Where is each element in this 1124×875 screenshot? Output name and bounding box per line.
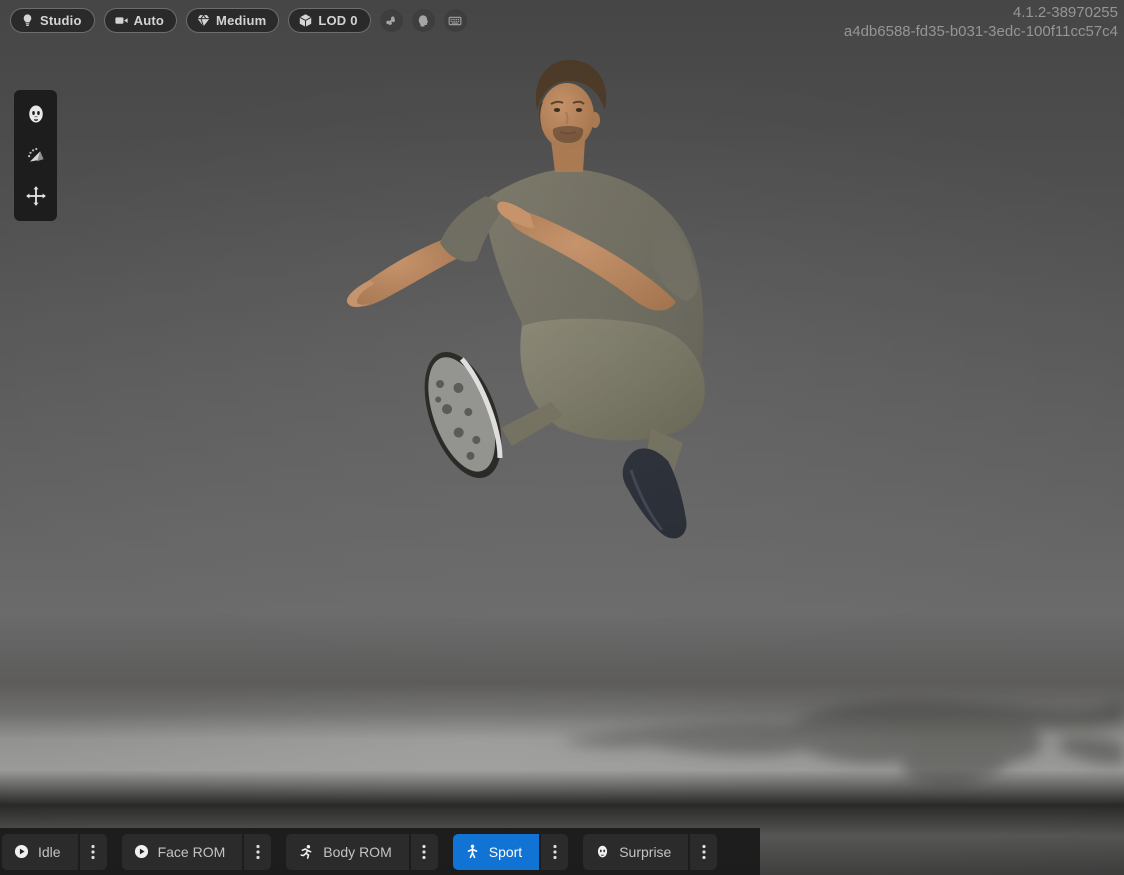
surprise-tab-button[interactable]: Surprise <box>583 834 688 870</box>
gem-icon <box>196 13 211 28</box>
face-panel-button[interactable] <box>23 101 49 127</box>
idle-tab-menu-button[interactable] <box>80 834 107 870</box>
camera-auto-button[interactable]: Auto <box>104 8 177 33</box>
head-view-button[interactable] <box>412 9 435 32</box>
bone-icon <box>384 14 398 28</box>
cube-icon <box>298 13 313 28</box>
lod-button[interactable]: LOD 0 <box>288 8 370 33</box>
standing-person-icon <box>465 844 480 859</box>
face-icon <box>595 844 610 859</box>
sport-tab-label: Sport <box>489 844 522 860</box>
face-icon <box>25 103 47 125</box>
play-circle-icon <box>134 844 149 859</box>
auto-button-label: Auto <box>134 13 164 28</box>
build-info: 4.1.2-38970255 a4db6588-fd35-b031-3edc-1… <box>844 3 1118 41</box>
viewport-toolbar: Studio Auto Medium LOD 0 <box>10 8 467 33</box>
quality-medium-button[interactable]: Medium <box>186 8 279 33</box>
move-tool-button[interactable] <box>23 183 49 209</box>
surprise-tab-label: Surprise <box>619 844 671 860</box>
sport-tab-menu-button[interactable] <box>541 834 568 870</box>
animation-tab-sport: Sport <box>453 834 568 870</box>
gesture-panel-button[interactable] <box>23 142 49 168</box>
session-id-text: a4db6588-fd35-b031-3edc-100f11cc57c4 <box>844 22 1118 41</box>
studio-lighting-button[interactable]: Studio <box>10 8 95 33</box>
face-rom-tab-menu-button[interactable] <box>244 834 271 870</box>
character-render <box>0 0 1124 875</box>
sport-tab-button[interactable]: Sport <box>453 834 539 870</box>
lightbulb-icon <box>20 13 35 28</box>
body-rom-tab-button[interactable]: Body ROM <box>286 834 408 870</box>
medium-button-label: Medium <box>216 13 266 28</box>
kebab-menu-icon <box>91 844 95 860</box>
move-icon <box>25 185 47 207</box>
keyboard-icon <box>448 14 462 28</box>
kebab-menu-icon <box>553 844 557 860</box>
version-text: 4.1.2-38970255 <box>844 3 1118 22</box>
face-rom-tab-button[interactable]: Face ROM <box>122 834 243 870</box>
animation-bar: Idle Face ROM <box>0 828 760 875</box>
running-person-icon <box>298 844 314 860</box>
animation-tab-idle: Idle <box>2 834 107 870</box>
kebab-menu-icon <box>256 844 260 860</box>
kebab-menu-icon <box>422 844 426 860</box>
animation-tab-surprise: Surprise <box>583 834 717 870</box>
floor-shadow <box>560 700 1124 787</box>
animation-tab-face-rom: Face ROM <box>122 834 272 870</box>
head-profile-icon <box>416 14 430 28</box>
idle-tab-label: Idle <box>38 844 61 860</box>
camera-icon <box>114 13 129 28</box>
studio-button-label: Studio <box>40 13 82 28</box>
idle-tab-button[interactable]: Idle <box>2 834 78 870</box>
bone-rig-button[interactable] <box>380 9 403 32</box>
kebab-menu-icon <box>702 844 706 860</box>
gesture-cone-icon <box>25 144 47 166</box>
play-circle-icon <box>14 844 29 859</box>
keyboard-shortcuts-button[interactable] <box>444 9 467 32</box>
side-toolbar <box>14 90 57 221</box>
shoe-sole <box>409 342 516 489</box>
animation-tab-body-rom: Body ROM <box>286 834 437 870</box>
face-rom-tab-label: Face ROM <box>158 844 226 860</box>
viewport-3d[interactable]: Studio Auto Medium LOD 0 <box>0 0 1124 875</box>
lod-button-label: LOD 0 <box>318 13 357 28</box>
surprise-tab-menu-button[interactable] <box>690 834 717 870</box>
character <box>347 60 705 538</box>
body-rom-tab-menu-button[interactable] <box>411 834 438 870</box>
body-rom-tab-label: Body ROM <box>323 844 391 860</box>
